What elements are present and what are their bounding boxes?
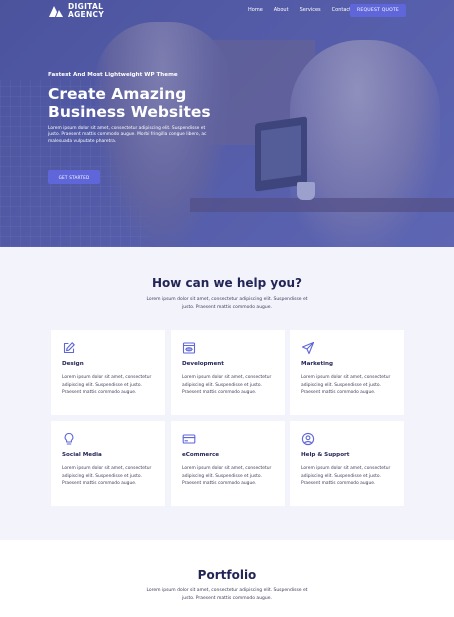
service-title: Development [182,361,224,367]
service-text: Lorem ipsum dolor sit amet, consectetur … [301,375,391,396]
nav-link-about[interactable]: About [274,7,289,13]
service-text: Lorem ipsum dolor sit amet, consectetur … [301,466,391,487]
service-text: Lorem ipsum dolor sit amet, consectetur … [62,466,152,487]
service-card-marketing[interactable]: Marketing Lorem ipsum dolor sit amet, co… [290,330,404,415]
nav-link-contact[interactable]: Contact [332,7,351,13]
portfolio-section: Portfolio Lorem ipsum dolor sit amet, co… [0,540,454,617]
request-quote-button[interactable]: REQUEST QUOTE [350,4,406,17]
main-nav: Home About Services Contact [248,7,351,13]
credit-card-icon [182,434,196,444]
get-started-button[interactable]: GET STARTED [48,170,100,184]
service-text: Lorem ipsum dolor sit amet, consectetur … [182,375,272,396]
service-card-design[interactable]: Design Lorem ipsum dolor sit amet, conse… [51,330,165,415]
service-card-ecommerce[interactable]: eCommerce Lorem ipsum dolor sit amet, co… [171,421,285,506]
logo-mark-icon [49,6,63,17]
paper-plane-icon [301,341,315,355]
site-logo[interactable]: DIGITAL AGENCY [48,3,112,19]
pencil-square-icon [63,342,75,354]
service-card-help-support[interactable]: Help & Support Lorem ipsum dolor sit ame… [290,421,404,506]
portfolio-title: Portfolio [197,568,257,582]
lightbulb-icon [64,432,74,445]
services-section: How can we help you? Lorem ipsum dolor s… [0,247,454,540]
service-title: eCommerce [182,452,220,458]
user-circle-icon [301,432,315,446]
services-subtitle: Lorem ipsum dolor sit amet, consectetur … [146,297,308,310]
service-text: Lorem ipsum dolor sit amet, consectetur … [62,375,152,396]
hero-title: Create Amazing Business Websites [48,85,211,121]
service-card-development[interactable]: Development Lorem ipsum dolor sit amet, … [171,330,285,415]
hero-section: DIGITAL AGENCY Home About Services Conta… [0,0,454,247]
hero-overlay [0,0,454,247]
nav-link-services[interactable]: Services [300,7,321,13]
logo-line2: AGENCY [68,10,105,19]
service-title: Design [62,361,84,367]
service-card-social-media[interactable]: Social Media Lorem ipsum dolor sit amet,… [51,421,165,506]
service-text: Lorem ipsum dolor sit amet, consectetur … [182,466,272,487]
service-title: Social Media [62,452,102,458]
nav-link-home[interactable]: Home [248,7,263,13]
hero-text: Lorem ipsum dolor sit amet, consectetur … [48,126,207,144]
service-title: Marketing [301,361,334,367]
services-title: How can we help you? [151,276,303,290]
hero-eyebrow: Fastest And Most Lightweight WP Theme [48,72,178,78]
service-title: Help & Support [301,452,350,458]
code-window-icon [182,342,196,354]
logo-text: DIGITAL AGENCY [68,3,112,19]
portfolio-subtitle: Lorem ipsum dolor sit amet, consectetur … [146,588,308,601]
